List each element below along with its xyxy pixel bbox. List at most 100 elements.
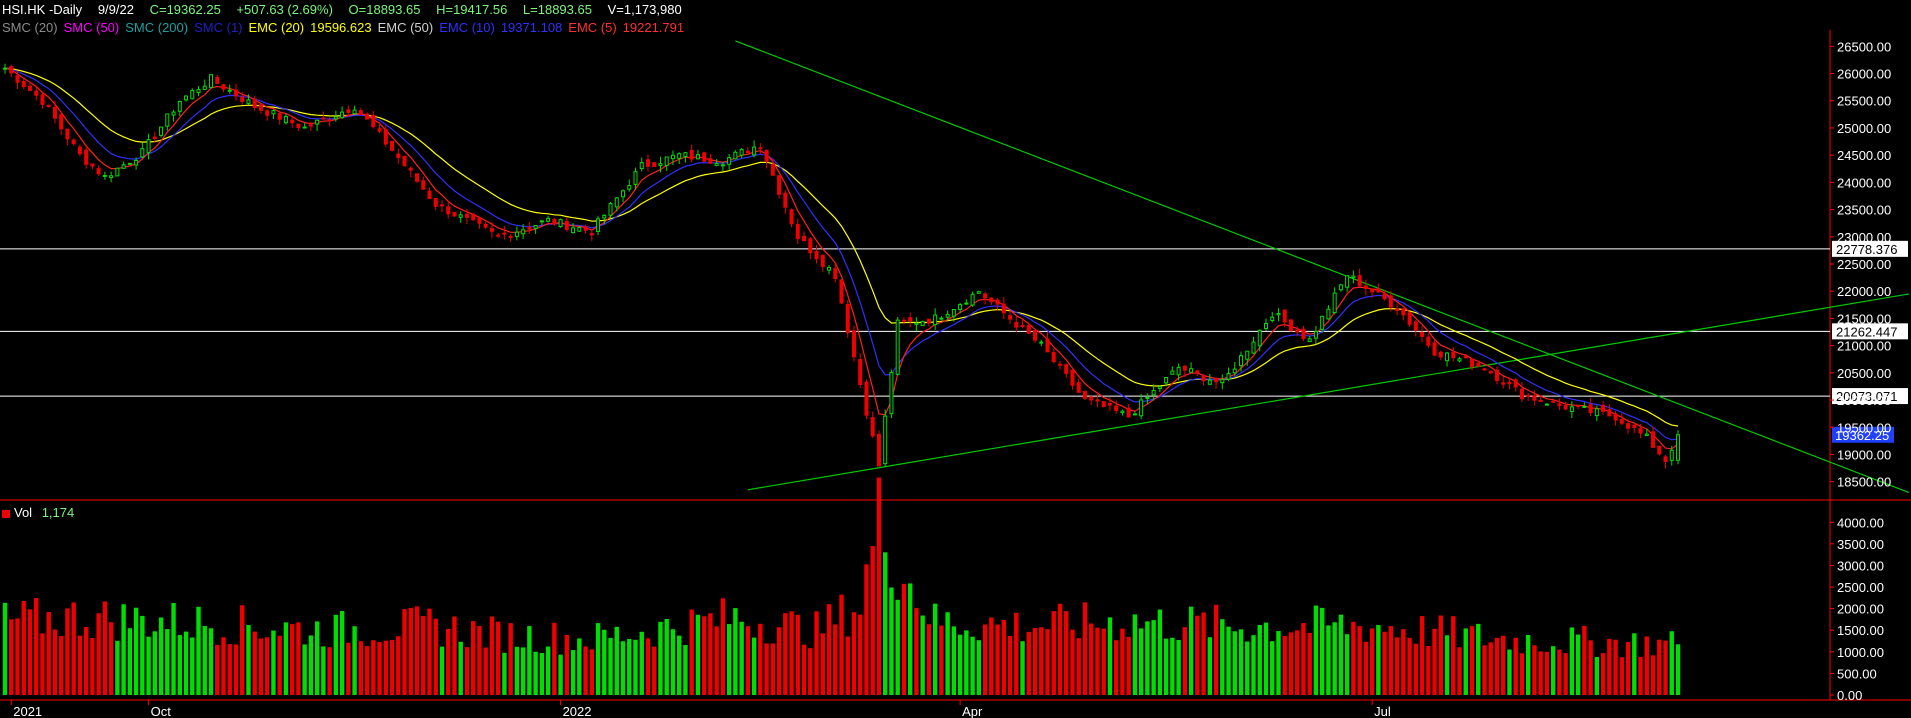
candle-body <box>958 304 963 311</box>
candle-body <box>1020 324 1025 327</box>
candle-body <box>1101 401 1106 408</box>
candle-body <box>1395 308 1400 311</box>
volume-bar <box>90 638 95 695</box>
volume-bar <box>683 645 688 695</box>
volume-bar <box>452 616 457 695</box>
volume-tick-label: 4000.00 <box>1837 515 1884 530</box>
candle-body <box>1307 338 1312 343</box>
price-tick-label: 20000.00 <box>1837 393 1891 408</box>
volume-bar <box>1188 606 1194 695</box>
candle-body <box>533 224 538 229</box>
volume-bar <box>514 646 520 695</box>
volume-bar <box>520 647 526 695</box>
volume-bar <box>701 616 707 695</box>
volume-bar <box>845 636 850 695</box>
volume-bar <box>458 641 463 695</box>
candle-body <box>808 238 813 254</box>
volume-bar <box>1113 640 1119 695</box>
volume-bar <box>895 599 900 695</box>
volume-bar <box>470 621 476 695</box>
candle-body <box>1207 379 1212 385</box>
volume-bar <box>308 635 314 695</box>
volume-bar <box>146 636 151 695</box>
volume-bar <box>1394 637 1400 695</box>
volume-bar <box>371 640 376 695</box>
open-label: O=18893.65 <box>348 2 421 17</box>
candle-body <box>1220 378 1225 384</box>
candle-body <box>546 217 551 222</box>
volume-bar <box>196 606 201 695</box>
volume-bar <box>945 612 950 695</box>
candle-body <box>939 317 944 320</box>
candle-body <box>1201 375 1206 382</box>
candle-body <box>252 98 257 108</box>
volume-bar <box>970 636 975 695</box>
volume-bar <box>364 646 370 695</box>
candle-body <box>215 76 220 84</box>
candle-body <box>1045 338 1050 353</box>
volume-bar <box>1151 620 1156 695</box>
volume-bar <box>1376 625 1381 695</box>
candle-body <box>496 234 501 237</box>
volume-bar <box>1120 628 1125 695</box>
volume-bar <box>446 628 451 695</box>
volume-bar <box>1170 637 1175 695</box>
volume-bar <box>1625 641 1631 695</box>
candle-body <box>1420 331 1425 337</box>
volume-bar <box>233 644 239 695</box>
ema10-line <box>4 67 1679 441</box>
volume-bar <box>52 629 58 695</box>
candle-body <box>383 129 388 145</box>
volume-bar <box>1195 615 1200 695</box>
candle-body <box>1569 406 1574 412</box>
candle-body <box>1619 419 1624 424</box>
close-pane-icon[interactable] <box>2 509 10 518</box>
candle-body <box>477 217 482 224</box>
moving-averages <box>4 67 1679 450</box>
volume-bar <box>1544 651 1550 695</box>
candle-body <box>84 149 89 165</box>
candle-body <box>1320 315 1325 330</box>
volume-bar <box>1107 617 1113 695</box>
volume-bar <box>333 614 339 695</box>
candle-body <box>415 173 420 182</box>
date-tick-label: Oct <box>151 704 172 718</box>
volume-bar <box>177 635 182 695</box>
volume-bar <box>1220 619 1225 695</box>
volume-bar <box>1632 633 1637 695</box>
volume-bar <box>1469 626 1475 695</box>
volume-bar <box>1501 635 1506 695</box>
candle-body <box>196 89 201 93</box>
price-tick-label: 23500.00 <box>1837 203 1891 218</box>
candle-body <box>1095 399 1100 402</box>
volume-bar <box>776 627 782 695</box>
candle-body <box>1476 362 1481 367</box>
candle-body <box>1438 351 1443 358</box>
volume-bar <box>801 644 807 695</box>
quote-header: HSI.HK -Daily 9/9/22 C=19362.25 +507.63 … <box>2 2 694 17</box>
candle-body <box>1051 351 1056 363</box>
candle-body <box>9 66 14 74</box>
candle-body <box>1033 329 1038 341</box>
candle-body <box>3 67 7 70</box>
candle-body <box>489 228 494 232</box>
candle-body <box>1288 319 1293 332</box>
candle-body <box>271 110 276 115</box>
volume-bar <box>1525 635 1531 695</box>
volume-bar <box>46 612 51 695</box>
candle-body <box>733 151 738 160</box>
volume-bar <box>1064 611 1069 695</box>
candle-body <box>1644 433 1649 437</box>
candle-body <box>1076 382 1081 393</box>
volume-bar <box>1163 638 1169 695</box>
volume-bar <box>783 613 788 695</box>
volume-bar <box>639 631 644 695</box>
volume-bar <box>539 652 545 695</box>
volume-bar <box>876 477 882 695</box>
volume-bar <box>246 624 251 695</box>
price-tick-label: 26000.00 <box>1837 67 1891 82</box>
indicator-label: 19221.791 <box>622 20 685 35</box>
candle-body <box>1145 397 1150 400</box>
volume-bar <box>1638 656 1643 695</box>
candle-body <box>833 268 838 279</box>
